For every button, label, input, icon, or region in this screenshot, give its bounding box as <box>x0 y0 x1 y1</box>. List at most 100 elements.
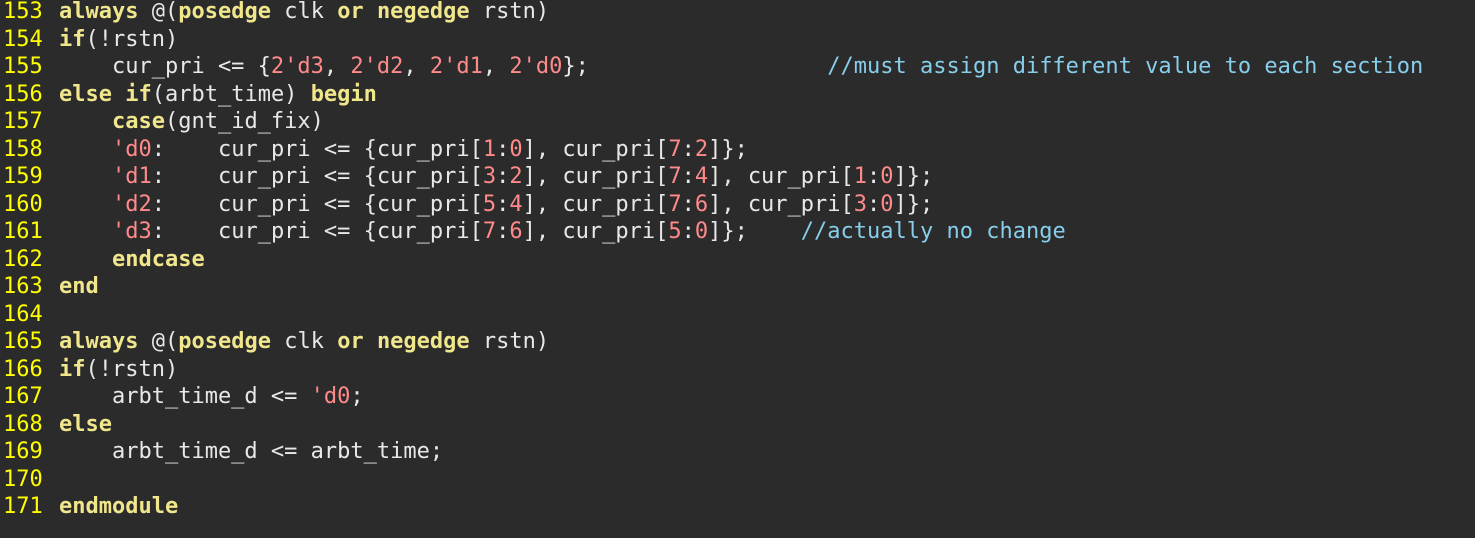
text-token: , <box>323 54 351 79</box>
line-number: 157 <box>3 109 43 134</box>
code-line[interactable]: 153 always @(posedge clk or negedge rstn) <box>0 0 1475 28</box>
code-text: 'd1: cur_pri <= {cur_pri[3:2], cur_pri[7… <box>48 165 933 189</box>
code-line[interactable]: 170 <box>0 466 1475 496</box>
line-number: 166 <box>3 356 43 382</box>
code-line[interactable]: 158 'd0: cur_pri <= {cur_pri[1:0], cur_p… <box>0 136 1475 166</box>
code-line[interactable]: 171 endmodule <box>0 495 1475 523</box>
keyword-token: case <box>111 109 165 134</box>
number-token: 3 <box>482 164 497 189</box>
code-line[interactable]: 165 always @(posedge clk or negedge rstn) <box>0 330 1475 358</box>
text-token: arbt_time_d <= arbt_time; <box>59 439 444 464</box>
code-line[interactable]: 160 'd2: cur_pri <= {cur_pri[5:4], cur_p… <box>0 191 1475 221</box>
code-text: else <box>48 411 112 437</box>
comment-token: //must assign different value to each se… <box>827 54 1424 79</box>
code-line[interactable]: 166 if(!rstn) <box>0 356 1475 386</box>
number-token: 7 <box>668 191 682 217</box>
code-line[interactable]: 169 arbt_time_d <= arbt_time; <box>0 440 1475 468</box>
text-token: ], cur_pri[ <box>522 164 669 189</box>
code-line[interactable]: 163 end <box>0 275 1475 303</box>
code-line[interactable]: 155 cur_pri <= {2'd3, 2'd2, 2'd1, 2'd0};… <box>0 55 1475 83</box>
keyword-token: if <box>59 26 86 52</box>
code-text: arbt_time_d <= 'd0; <box>48 385 364 409</box>
text-token: (!rstn) <box>85 26 179 52</box>
code-line[interactable]: 156 else if(arbt_time) begin <box>0 81 1475 111</box>
line-number: 154 <box>3 26 43 52</box>
number-token: 0 <box>880 164 894 189</box>
code-line[interactable]: 167 arbt_time_d <= 'd0; <box>0 385 1475 413</box>
line-number: 159 <box>3 164 43 189</box>
code-line[interactable]: 157 case(gnt_id_fix) <box>0 110 1475 138</box>
code-text: end <box>48 275 99 299</box>
text-token: ]}; <box>893 191 934 217</box>
keyword-token: negedge <box>376 329 470 354</box>
number-token: 6 <box>509 219 523 244</box>
line-number: 170 <box>3 466 43 492</box>
code-line[interactable]: 161 'd3: cur_pri <= {cur_pri[7:6], cur_p… <box>0 220 1475 248</box>
number-token: 'd1 <box>111 164 152 189</box>
code-text: always @(posedge clk or negedge rstn) <box>48 330 549 354</box>
text-token: : <box>681 136 695 162</box>
number-token: 2'd1 <box>429 54 483 79</box>
number-token: 7 <box>482 219 497 244</box>
number-token: 2 <box>694 136 709 162</box>
text-token: (gnt_id_fix) <box>164 109 324 134</box>
line-number: 158 <box>3 136 43 162</box>
code-line[interactable]: 168 else <box>0 411 1475 441</box>
text-token: rstn) <box>469 329 550 354</box>
text-token: @( <box>138 329 179 354</box>
text-token: : cur_pri <= {cur_pri[ <box>151 164 483 189</box>
code-text: 'd0: cur_pri <= {cur_pri[1:0], cur_pri[7… <box>48 136 748 162</box>
keyword-token: or <box>337 329 364 354</box>
line-number: 155 <box>3 54 43 79</box>
text-token: : <box>496 164 510 189</box>
text-token: clk <box>270 329 338 354</box>
line-number: 165 <box>3 329 43 354</box>
code-line[interactable]: 164 <box>0 301 1475 331</box>
text-token: cur_pri <= { <box>59 54 271 79</box>
keyword-token: end <box>59 274 99 299</box>
keyword-token: posedge <box>178 0 271 24</box>
number-token: 6 <box>694 191 709 217</box>
keyword-token: endmodule <box>59 494 179 519</box>
text-token: : <box>496 219 510 244</box>
keyword-token: endcase <box>111 246 205 272</box>
keyword-token: else <box>59 411 112 437</box>
code-text: 'd3: cur_pri <= {cur_pri[7:6], cur_pri[5… <box>48 220 1066 244</box>
text-token: : cur_pri <= {cur_pri[ <box>151 136 483 162</box>
keyword-token: if <box>125 81 152 107</box>
text-token: clk <box>270 0 338 24</box>
code-line[interactable]: 162 endcase <box>0 246 1475 276</box>
code-text: if(!rstn) <box>48 356 179 382</box>
code-text: 'd2: cur_pri <= {cur_pri[5:4], cur_pri[7… <box>48 191 934 217</box>
text-token: ], cur_pri[ <box>522 219 669 244</box>
keyword-token: posedge <box>178 329 271 354</box>
number-token: 1 <box>482 136 497 162</box>
code-editor[interactable]: 153 always @(posedge clk or negedge rstn)… <box>0 0 1475 538</box>
number-token: 0 <box>880 191 894 217</box>
text-token: : <box>867 164 881 189</box>
keyword-token: always <box>59 0 139 24</box>
number-token: 'd2 <box>111 191 152 217</box>
line-number: 164 <box>3 301 43 327</box>
text-token: : <box>681 219 695 244</box>
code-text: if(!rstn) <box>48 26 179 52</box>
code-text: endmodule <box>48 495 178 519</box>
code-line[interactable]: 154 if(!rstn) <box>0 26 1475 56</box>
text-token: (!rstn) <box>85 356 179 382</box>
line-number: 168 <box>3 411 43 437</box>
keyword-token: or <box>337 0 364 24</box>
text-token: : cur_pri <= {cur_pri[ <box>151 219 483 244</box>
line-number: 160 <box>3 191 43 217</box>
text-token: }; <box>562 54 828 79</box>
text-token: : <box>681 164 695 189</box>
code-text: arbt_time_d <= arbt_time; <box>48 440 443 464</box>
text-token: : <box>867 191 881 217</box>
number-token: 2'd2 <box>350 54 404 79</box>
code-line[interactable]: 159 'd1: cur_pri <= {cur_pri[3:2], cur_p… <box>0 165 1475 193</box>
number-token: 'd0 <box>111 136 152 162</box>
number-token: 'd0 <box>310 384 351 409</box>
